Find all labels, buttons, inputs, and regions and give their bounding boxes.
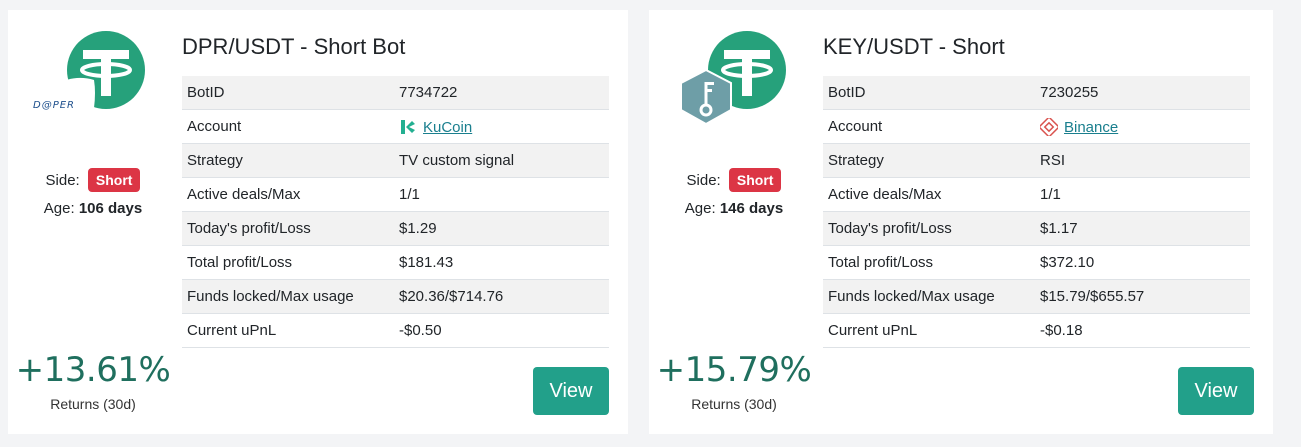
table-row: Account KuCoin [182,109,609,144]
returns-label: Returns (30d) [50,396,136,412]
row-key: BotID [182,76,394,110]
returns-label: Returns (30d) [691,396,777,412]
binance-icon [1040,117,1058,136]
table-row: Total profit/Loss $181.43 [182,245,609,280]
row-key: Funds locked/Max usage [182,279,394,314]
account-link[interactable]: KuCoin [423,119,472,136]
table-row: Account Binance [823,109,1250,144]
side-row: Side: Short [8,168,178,192]
table-row: Strategy RSI [823,143,1250,178]
account-link[interactable]: Binance [1064,119,1118,136]
age-row: Age: 106 days [8,200,178,217]
row-key: BotID [823,76,1035,110]
table-row: Active deals/Max 1/1 [823,177,1250,212]
table-row: Current uPnL -$0.18 [823,313,1250,348]
bot-title: DPR/USDT - Short Bot [182,34,406,59]
table-row: Funds locked/Max usage $15.79/$655.57 [823,279,1250,314]
table-row: BotID 7230255 [823,76,1250,110]
table-row: Strategy TV custom signal [182,143,609,178]
row-value: $372.10 [1035,245,1250,280]
row-key: Account [823,109,1035,144]
row-key: Strategy [823,143,1035,178]
table-row: Current uPnL -$0.50 [182,313,609,348]
bot-card-key: Side: Short Age: 146 days +15.79% Return… [649,10,1273,434]
returns-value: +15.79% [656,350,812,390]
row-key: Strategy [182,143,394,178]
side-label: Side: [686,172,721,189]
age-value: 146 days [719,200,784,217]
row-value: RSI [1035,143,1250,178]
row-key: Account [182,109,394,144]
row-key: Today's profit/Loss [823,211,1035,246]
row-value: $1.17 [1035,211,1250,246]
row-value: -$0.50 [394,313,609,348]
pair-logo: D@PER [32,31,145,111]
row-value: Binance [1035,109,1250,144]
kucoin-icon [401,119,415,134]
table-row: BotID 7734722 [182,76,609,110]
age-label: Age: [684,200,716,217]
side-row: Side: Short [649,168,819,192]
row-key: Active deals/Max [182,177,394,212]
side-badge: Short [87,168,141,192]
bot-title: KEY/USDT - Short [823,34,1005,59]
row-key: Funds locked/Max usage [823,279,1035,314]
table-row: Funds locked/Max usage $20.36/$714.76 [182,279,609,314]
row-value: $181.43 [394,245,609,280]
row-value: -$0.18 [1035,313,1250,348]
returns-value: +13.61% [15,350,171,390]
row-value: 7734722 [394,76,609,110]
row-key: Today's profit/Loss [182,211,394,246]
age-label: Age: [43,200,75,217]
row-value: 1/1 [1035,177,1250,212]
row-key: Active deals/Max [823,177,1035,212]
row-value: KuCoin [394,109,609,144]
row-key: Total profit/Loss [182,245,394,280]
bot-info-table: BotID 7734722 Account KuCoin Strategy TV c… [182,76,609,348]
view-button[interactable]: View [1178,367,1254,415]
selfkey-icon [680,68,732,126]
side-badge: Short [728,168,782,192]
bot-info-table: BotID 7230255 Account Binance Strategy RSI… [823,76,1250,348]
row-value: $20.36/$714.76 [394,279,609,314]
table-row: Total profit/Loss $372.10 [823,245,1250,280]
age-value: 106 days [78,200,143,217]
age-row: Age: 146 days [649,200,819,217]
pair-logo [680,31,786,126]
bot-card-dpr: D@PER Side: Short Age: 106 days +13.61% … [8,10,628,434]
row-value: TV custom signal [394,143,609,178]
table-row: Today's profit/Loss $1.17 [823,211,1250,246]
row-key: Total profit/Loss [823,245,1035,280]
row-value: 7230255 [1035,76,1250,110]
view-button[interactable]: View [533,367,609,415]
svg-text:D@PER: D@PER [33,100,75,111]
table-row: Today's profit/Loss $1.29 [182,211,609,246]
row-value: $15.79/$655.57 [1035,279,1250,314]
row-value: $1.29 [394,211,609,246]
table-row: Active deals/Max 1/1 [182,177,609,212]
dpr-deeper-icon: D@PER [32,77,95,111]
side-label: Side: [45,172,80,189]
row-key: Current uPnL [823,313,1035,348]
row-key: Current uPnL [182,313,394,348]
row-value: 1/1 [394,177,609,212]
